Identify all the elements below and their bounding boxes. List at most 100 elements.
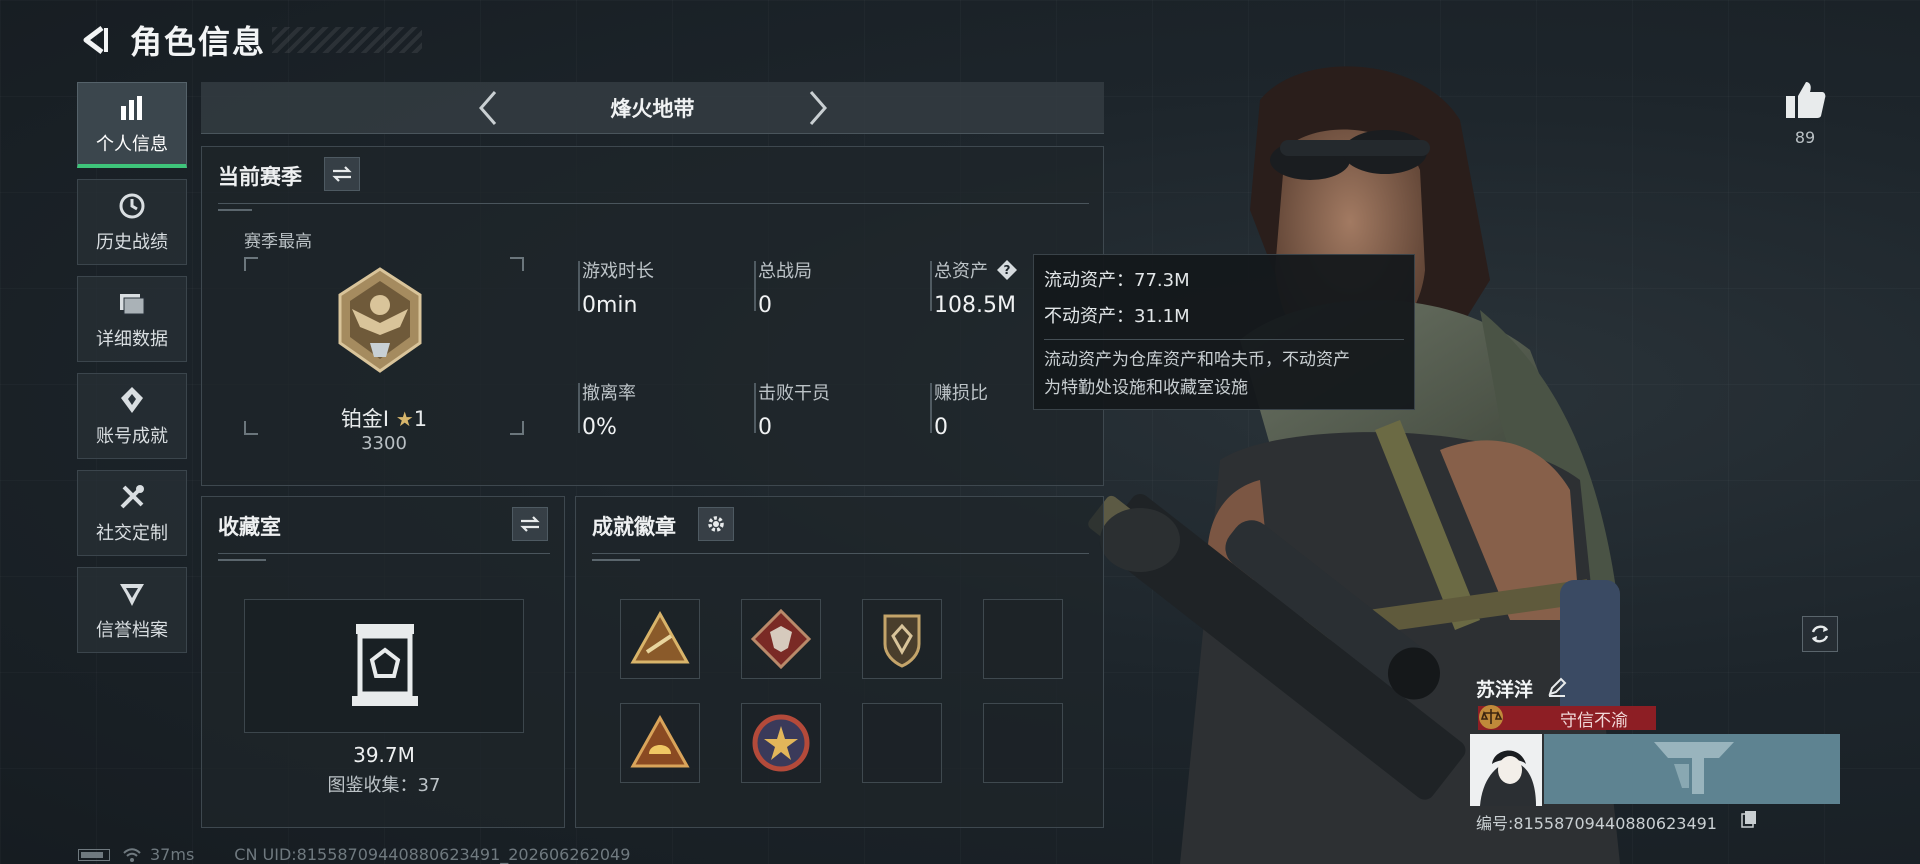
stat-divider — [754, 383, 756, 433]
badge-slot[interactable] — [741, 599, 821, 679]
collection-value: 39.7M — [353, 743, 415, 767]
chevron-right-icon — [809, 90, 827, 125]
season-best-label: 赛季最高 — [244, 232, 312, 252]
tools-icon — [120, 485, 144, 509]
stat-value: 0 — [758, 415, 772, 440]
stat-divider — [754, 261, 756, 311]
ping-value: 37ms — [150, 845, 195, 864]
season-switch-button[interactable] — [324, 157, 360, 191]
stat-operators-defeated: 击败干员 0 — [754, 379, 918, 440]
nav-label: 账号成就 — [96, 426, 168, 447]
like-count: 89 — [1794, 128, 1816, 147]
badge-slot[interactable] — [620, 599, 700, 679]
page-title: 角色信息 — [130, 23, 267, 61]
avatar-image — [1470, 734, 1542, 806]
badge-slot-empty[interactable] — [983, 703, 1063, 783]
season-panel: 当前赛季 赛季最高 铂金I ★1 3300 游戏时长 0min 总战局 0 总资… — [201, 146, 1104, 486]
stat-extraction-rate: 撤离率 0% — [578, 379, 742, 440]
copy-icon[interactable] — [1740, 810, 1758, 828]
nav-item-social-custom[interactable]: 社交定制 — [77, 470, 187, 556]
badge-slot[interactable] — [862, 599, 942, 679]
divider — [218, 553, 550, 554]
nav-item-personal-info[interactable]: 个人信息 — [77, 82, 187, 168]
status-footer: 37ms CN UID:81558709440880623491_2026062… — [78, 845, 630, 864]
player-title-banner: 守信不渝 — [1478, 706, 1656, 731]
nav-label: 信誉档案 — [96, 620, 168, 641]
stat-divider — [930, 383, 932, 433]
achievement-icon — [121, 387, 143, 413]
helmet-triangle-badge-icon — [630, 714, 690, 768]
badge-slot[interactable] — [620, 703, 700, 783]
wifi-icon — [123, 847, 141, 862]
history-icon — [119, 193, 145, 219]
back-arrow-icon[interactable] — [78, 23, 112, 57]
folder-icon — [120, 294, 145, 315]
badge-slot[interactable] — [741, 703, 821, 783]
nav-item-history[interactable]: 历史战绩 — [77, 179, 187, 265]
rotate-view-button[interactable] — [1802, 616, 1838, 652]
wolf-diamond-badge-icon — [750, 608, 812, 670]
like-button[interactable] — [1780, 78, 1830, 122]
player-name: 苏洋洋 — [1476, 679, 1534, 701]
collection-title: 收藏室 — [218, 515, 281, 539]
divider-accent — [218, 209, 252, 211]
divider — [218, 203, 1089, 204]
gear-icon — [708, 516, 724, 532]
badges-panel: 成就徽章 — [575, 496, 1104, 828]
shield-rank-icon — [120, 584, 144, 606]
stat-divider — [578, 383, 580, 433]
nav-item-achievements[interactable]: 账号成就 — [77, 373, 187, 459]
player-avatar[interactable] — [1470, 734, 1542, 806]
swap-icon — [332, 166, 352, 182]
tooltip-liquid-assets: 流动资产：77.3M — [1044, 270, 1190, 291]
side-nav: 个人信息 历史战绩 详细数据 账号成就 社交定制 信誉档案 — [77, 82, 187, 664]
badge-slot-empty[interactable] — [862, 703, 942, 783]
help-icon[interactable]: ? — [996, 259, 1018, 281]
rank-emblem-icon — [338, 267, 422, 373]
stat-label: 击败干员 — [758, 383, 830, 404]
mode-label: 烽火地带 — [610, 96, 695, 121]
player-id: 编号:81558709440880623491 — [1476, 814, 1717, 833]
divider — [592, 553, 1089, 554]
tooltip-description-line: 流动资产为仓库资产和哈夫币，不动资产 — [1044, 350, 1350, 370]
season-title: 当前赛季 — [218, 165, 302, 189]
tooltip-description-line: 为特勤处设施和收藏室设施 — [1044, 378, 1248, 398]
bar-chart-icon — [121, 95, 142, 120]
chevron-left-icon — [478, 90, 496, 125]
frame-corner — [244, 257, 258, 271]
frame-corner — [510, 257, 524, 271]
stat-label: 总战局 — [758, 261, 812, 282]
collection-panel: 收藏室 39.7M 图鉴收集：37 — [201, 496, 565, 828]
player-name-card[interactable] — [1544, 734, 1840, 804]
star-medal-badge-icon — [752, 714, 810, 772]
svg-text:?: ? — [1004, 263, 1011, 277]
mode-next-button[interactable] — [798, 86, 838, 130]
star-icon: ★ — [395, 407, 414, 431]
tooltip-fixed-assets: 不动资产：31.1M — [1044, 306, 1190, 327]
collection-switch-button[interactable] — [512, 507, 548, 541]
uid-text: CN UID:81558709440880623491_202606262049 — [234, 845, 631, 864]
badges-settings-button[interactable] — [698, 507, 734, 541]
nav-item-detailed-data[interactable]: 详细数据 — [77, 276, 187, 362]
stat-value: 0min — [582, 293, 638, 318]
thumbs-up-icon — [1786, 82, 1826, 118]
nav-label: 个人信息 — [96, 133, 168, 155]
player-title-text: 守信不渝 — [1560, 710, 1628, 731]
collection-display[interactable] — [244, 599, 524, 733]
tooltip-divider — [1044, 339, 1404, 340]
nav-label: 详细数据 — [96, 329, 168, 350]
swap-icon — [520, 516, 540, 532]
stat-divider — [930, 261, 932, 311]
badge-slot-empty[interactable] — [983, 599, 1063, 679]
divider-accent — [592, 559, 640, 561]
stat-value: 0% — [582, 415, 617, 440]
battery-icon — [78, 848, 110, 861]
edit-pencil-icon[interactable] — [1546, 676, 1568, 698]
stat-label: 游戏时长 — [582, 261, 654, 282]
nav-item-reputation[interactable]: 信誉档案 — [77, 567, 187, 653]
assets-tooltip: 流动资产：77.3M 不动资产：31.1M 流动资产为仓库资产和哈夫币，不动资产… — [1033, 254, 1415, 410]
refresh-icon — [1811, 625, 1829, 643]
mode-prev-button[interactable] — [468, 86, 508, 130]
rank-score: 3300 — [361, 433, 407, 454]
stat-play-time: 游戏时长 0min — [578, 257, 742, 318]
